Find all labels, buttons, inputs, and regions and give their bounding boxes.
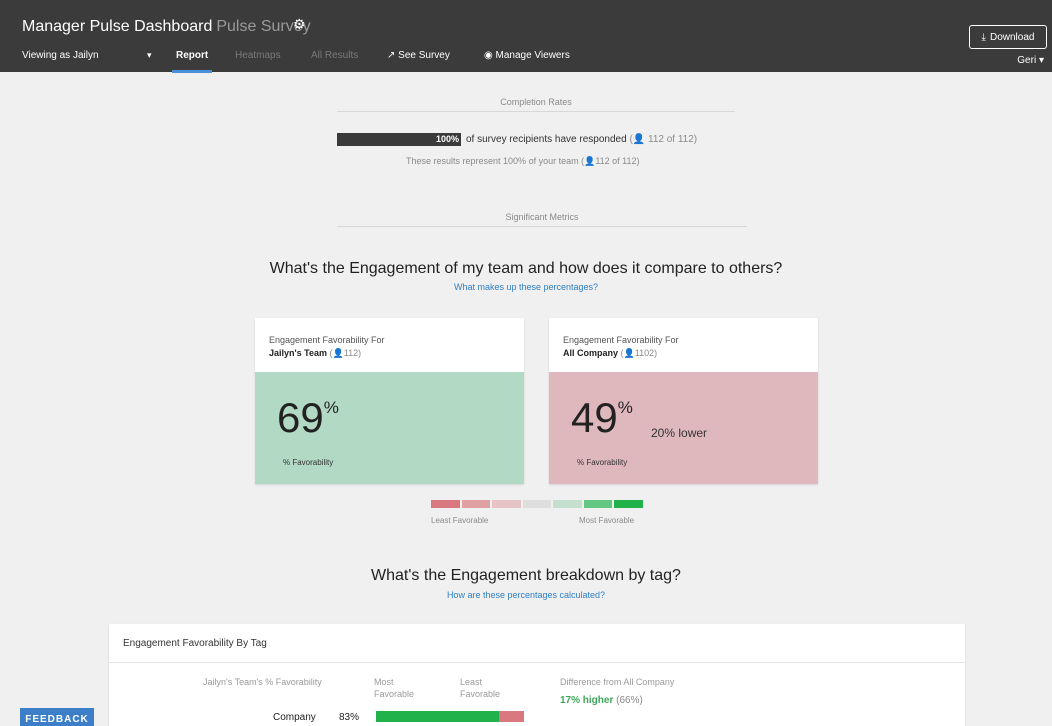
legend-swatch xyxy=(522,500,552,508)
viewing-as-dropdown[interactable]: Viewing as Jailyn xyxy=(22,50,99,61)
completion-percent: 100% xyxy=(435,134,459,144)
legend-swatch xyxy=(431,500,460,508)
team-count: 112 of 112 xyxy=(595,156,637,166)
engagement-question: What's the Engagement of my team and how… xyxy=(269,260,783,277)
user-name: Geri xyxy=(1017,55,1037,66)
see-survey-label: See Survey xyxy=(398,50,450,61)
manage-viewers-link[interactable]: ◉ Manage Viewers xyxy=(484,50,570,61)
team-score: 69% xyxy=(277,394,339,442)
company-score-value: 49 xyxy=(571,394,618,441)
user-menu[interactable]: Geri ▾ xyxy=(1017,55,1044,66)
comparison-text: 20% lower xyxy=(651,426,708,440)
team-score-value: 69 xyxy=(277,394,324,441)
team-coverage-text: These results represent 100% of your tea… xyxy=(406,156,640,166)
chevron-down-icon[interactable]: ▾ xyxy=(147,50,152,61)
divider xyxy=(109,662,965,663)
completion-progress-bar: 100% xyxy=(337,133,461,146)
company-count: 1102 xyxy=(634,348,655,358)
company-score: 49% xyxy=(571,394,633,442)
person-icon: 👤 xyxy=(584,156,596,166)
team-coverage-label: These results represent 100% of your tea… xyxy=(406,156,579,166)
company-favorability-card: Engagement Favorability For All Company … xyxy=(549,318,818,484)
column-header-team: Jailyn's Team's % Favorability xyxy=(203,677,322,687)
favorability-scale-legend xyxy=(431,500,644,508)
responded-label: of survey recipients have responded xyxy=(466,134,627,145)
favorable-segment xyxy=(376,711,499,722)
percent-sign: % xyxy=(617,398,633,417)
company-score-panel: 49% 20% lower % Favorability xyxy=(549,372,818,484)
nav-bar: Viewing as Jailyn Report Heatmaps All Re… xyxy=(0,46,1052,72)
team-favorability-card: Engagement Favorability For Jailyn's Tea… xyxy=(255,318,524,484)
card-header: Engagement Favorability For Jailyn's Tea… xyxy=(269,335,385,358)
column-header-most: Most Favorable xyxy=(374,677,415,699)
favorability-label: % Favorability xyxy=(283,458,334,467)
legend-swatch xyxy=(461,500,491,508)
tab-report[interactable]: Report xyxy=(176,50,208,61)
legend-swatch xyxy=(583,500,613,508)
responded-count: (👤 112 of 112) xyxy=(629,134,698,145)
difference-value: 17% higher xyxy=(560,695,614,706)
tag-name: Company xyxy=(273,712,316,723)
person-icon: 👤 xyxy=(623,348,635,358)
favorability-bar xyxy=(376,711,524,722)
tag-value: 83% xyxy=(339,712,360,723)
responded-count-value: 112 of 112 xyxy=(648,134,694,145)
see-survey-link[interactable]: ↗ See Survey xyxy=(387,50,450,61)
responded-text: of survey recipients have responded (👤 1… xyxy=(466,134,697,145)
legend-least-label: Least Favorable xyxy=(431,516,489,525)
difference-text: 17% higher (66%) xyxy=(560,695,643,706)
legend-most-label: Most Favorable xyxy=(579,516,635,525)
team-count: 112 xyxy=(343,348,359,358)
tab-all-results[interactable]: All Results xyxy=(311,50,358,61)
person-icon: 👤 xyxy=(632,134,646,145)
manage-viewers-label: Manage Viewers xyxy=(495,50,570,61)
divider xyxy=(337,111,735,112)
feedback-button[interactable]: FEEDBACK xyxy=(20,708,94,726)
legend-swatch xyxy=(492,500,521,508)
gear-icon[interactable]: ⚙ xyxy=(293,16,306,33)
top-bar: Manager Pulse Dashboard Pulse Survey ⚙ Vi… xyxy=(0,0,1052,72)
card-heading: Engagement Favorability For xyxy=(269,335,385,345)
percent-sign: % xyxy=(323,398,339,417)
legend-swatch xyxy=(614,500,644,508)
unfavorable-segment xyxy=(498,711,524,722)
team-name: Jailyn's Team xyxy=(269,348,328,358)
company-name: All Company xyxy=(563,348,619,358)
download-button[interactable]: ⤓ Download xyxy=(969,25,1047,49)
column-header-difference: Difference from All Company xyxy=(560,677,675,687)
download-icon: ⤓ xyxy=(981,31,986,43)
calculation-help-link[interactable]: How are these percentages calculated? xyxy=(0,590,1052,600)
company-value: (66%) xyxy=(616,695,643,706)
active-tab-indicator xyxy=(172,70,212,73)
external-link-icon: ↗ xyxy=(387,50,396,61)
percentages-help-link[interactable]: What makes up these percentages? xyxy=(0,282,1052,292)
card-title: Engagement Favorability By Tag xyxy=(123,638,267,649)
app-title: Manager Pulse Dashboard Pulse Survey xyxy=(22,18,311,36)
tag-favorability-card: Engagement Favorability By Tag Jailyn's … xyxy=(109,624,965,726)
card-header: Engagement Favorability For All Company … xyxy=(563,335,679,358)
legend-swatch xyxy=(553,500,582,508)
eye-icon: ◉ xyxy=(484,50,493,61)
breakdown-question: What's the Engagement breakdown by tag? xyxy=(371,567,681,584)
dashboard-title: Manager Pulse Dashboard xyxy=(22,18,213,35)
metrics-section-label: Significant Metrics xyxy=(505,212,579,222)
completion-section-label: Completion Rates xyxy=(500,97,572,107)
divider xyxy=(337,226,747,227)
favorability-label: % Favorability xyxy=(577,458,628,467)
column-header-least: Least Favorable xyxy=(460,677,501,699)
download-label: Download xyxy=(989,31,1035,43)
person-icon: 👤 xyxy=(332,348,344,358)
card-heading: Engagement Favorability For xyxy=(563,335,679,345)
team-score-panel: 69% % Favorability xyxy=(255,372,524,484)
tab-heatmaps[interactable]: Heatmaps xyxy=(235,50,281,61)
